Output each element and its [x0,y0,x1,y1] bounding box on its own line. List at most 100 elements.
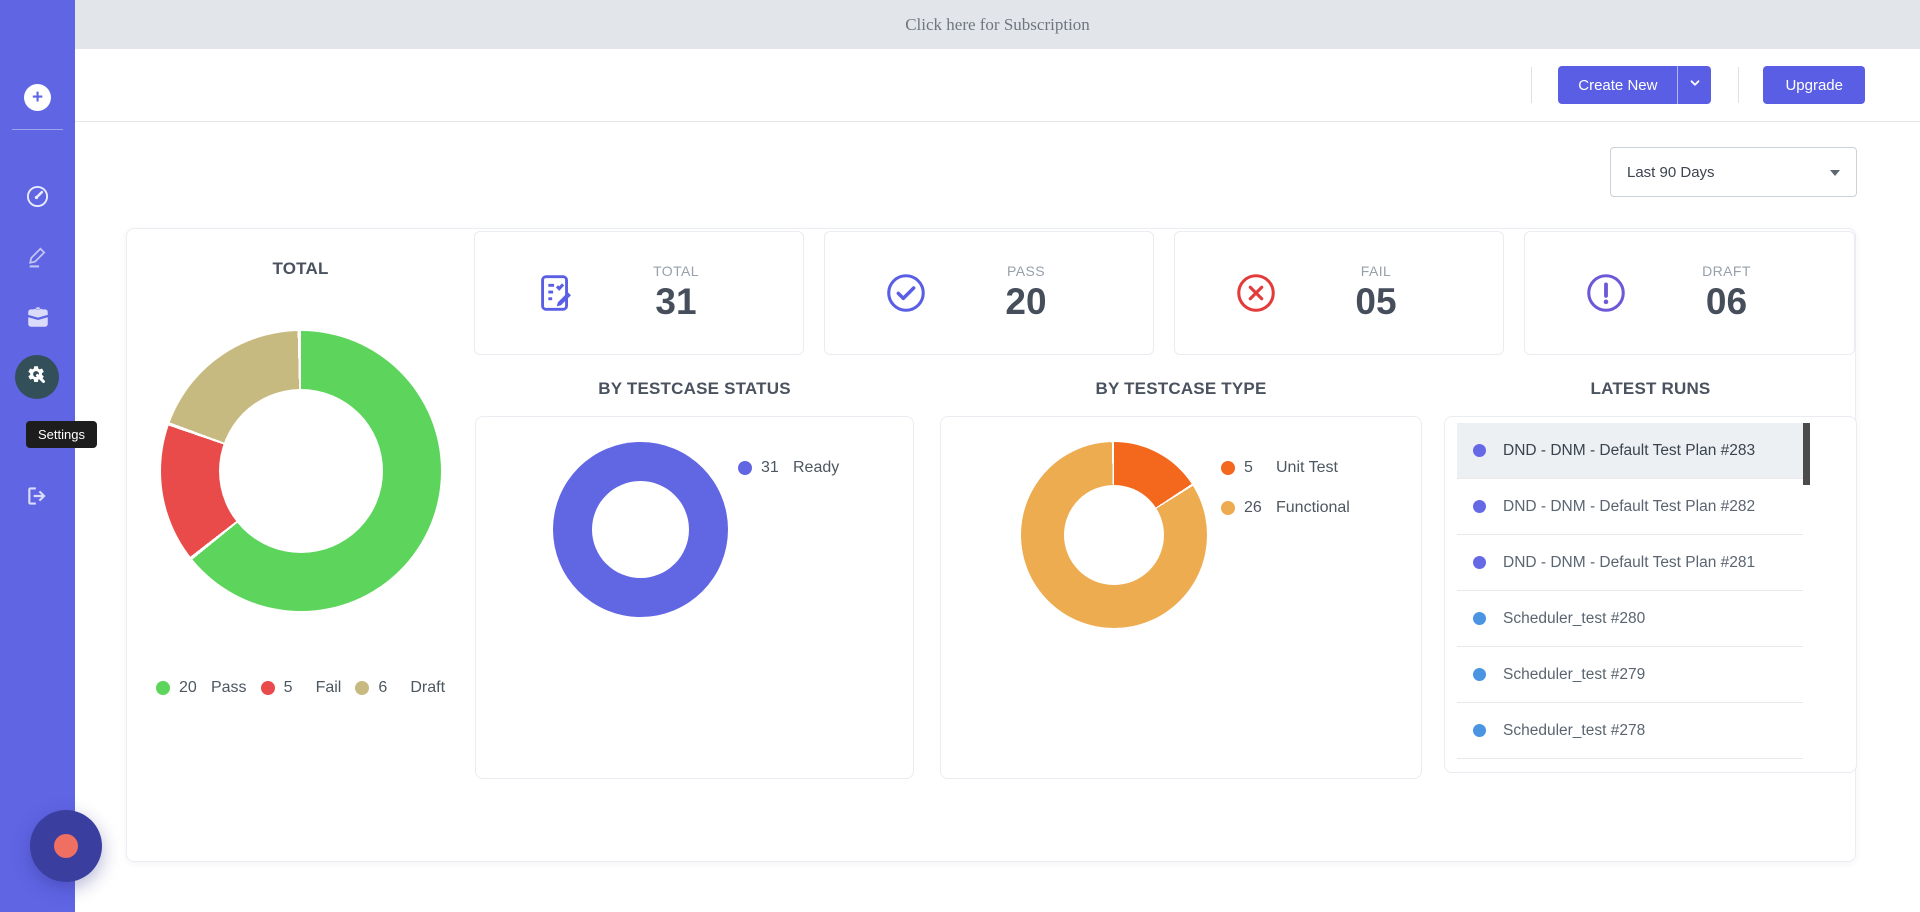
legend-value: 5 [283,679,293,696]
sidebar: + [0,0,75,912]
stat-label: PASS [1007,263,1045,279]
date-range-value: Last 90 Days [1627,163,1715,181]
sidebar-divider [12,129,63,130]
legend-label: Draft [410,679,446,696]
add-button[interactable]: + [24,84,51,111]
latest-runs-card: DND - DNM - Default Test Plan #283 DND - … [1444,416,1857,773]
latest-run-item[interactable]: Scheduler_test #280 [1457,591,1803,647]
floating-action-button[interactable] [30,810,102,882]
stat-value: 05 [1355,281,1397,322]
type-donut-chart [1021,442,1207,628]
legend-label: Unit Test [1276,459,1338,476]
legend-dot-icon [738,461,752,475]
legend-value: 20 [178,679,197,696]
sidebar-item-dashboard[interactable] [0,184,75,214]
run-label: Scheduler_test #279 [1503,665,1646,683]
total-chart-block: TOTAL 20 Pass 5 Fail 6 Draft [127,229,474,863]
total-chart-legend: 20 Pass 5 Fail 6 Draft [127,679,474,697]
legend-item: 26 Functional [1221,499,1350,517]
plus-icon: + [31,87,44,108]
date-range-select[interactable]: Last 90 Days [1610,147,1857,197]
stat-value: 06 [1705,281,1748,322]
stat-meta: FAIL 05 [1279,263,1473,323]
total-chart-title: TOTAL [272,259,329,278]
run-label: Scheduler_test #278 [1503,721,1646,739]
run-label: DND - DNM - Default Test Plan #282 [1503,497,1756,515]
latest-runs-title: LATEST RUNS [1590,379,1711,398]
stat-label: FAIL [1360,263,1392,279]
settings-tooltip: Settings [26,421,97,448]
stat-card-fail: FAIL 05 [1174,231,1504,355]
latest-run-item[interactable]: DND - DNM - Default Test Plan #281 [1457,535,1803,591]
scrollbar-thumb[interactable] [1803,423,1810,485]
latest-run-item[interactable]: Scheduler_test #278 [1457,703,1803,759]
filter-toolbar: Last 90 Days [75,147,1920,197]
create-new-button[interactable]: Create New [1558,66,1678,104]
stat-label: DRAFT [1702,263,1751,279]
run-label: Scheduler_test #280 [1503,609,1646,627]
sidebar-item-edit[interactable] [0,244,75,274]
type-chart-legend: 5 Unit Test 26 Functional [1221,459,1350,539]
legend-value: 26 [1244,499,1262,516]
top-bar: Create New Upgrade [75,49,1920,122]
latest-run-item[interactable]: DND - DNM - Default Test Plan #283 [1457,423,1803,479]
fab-dot-icon [54,834,78,858]
legend-value: 31 [761,459,779,476]
header-divider-left [1531,67,1533,103]
legend-item: 6 Draft [355,679,445,697]
donut-hole [1064,485,1164,585]
upgrade-button[interactable]: Upgrade [1763,66,1865,104]
run-dot-icon [1473,444,1486,457]
run-dot-icon [1473,556,1486,569]
stat-meta: DRAFT 06 [1629,263,1824,323]
subscription-banner-link[interactable]: Click here for Subscription [905,15,1090,35]
stat-card-pass: PASS 20 [824,231,1154,355]
stat-value: 31 [655,281,697,322]
latest-run-item[interactable]: Scheduler_test #279 [1457,647,1803,703]
run-dot-icon [1473,668,1486,681]
subscription-banner: Click here for Subscription [75,0,1920,49]
legend-item: 5 Unit Test [1221,459,1350,477]
sidebar-item-projects[interactable] [0,304,75,335]
stat-meta: TOTAL 31 [579,263,773,323]
dashboard-panel: TOTAL 20 Pass 5 Fail 6 Draft TOTAL 31 PA… [126,228,1857,863]
latest-run-item[interactable]: DND - DNM - Default Test Plan #282 [1457,479,1803,535]
legend-dot-icon [260,681,275,695]
briefcase-icon [25,304,51,335]
run-dot-icon [1473,500,1486,513]
select-caret-icon [1830,170,1840,176]
legend-label: Ready [793,459,840,476]
legend-item: 31 Ready [738,459,839,477]
sidebar-item-settings[interactable] [15,355,59,399]
check-circle-icon [883,270,929,316]
legend-item: 5 Fail [260,679,341,697]
status-chart-legend: 31 Ready [738,459,839,499]
status-chart-card: 31 Ready [475,416,914,779]
chevron-down-icon [1688,76,1702,94]
latest-runs-list: DND - DNM - Default Test Plan #283 DND - … [1457,423,1803,759]
stat-value: 20 [1005,281,1047,322]
x-circle-icon [1233,270,1279,316]
type-chart-card: 5 Unit Test 26 Functional [940,416,1422,779]
legend-dot-icon [1221,501,1235,515]
stat-label: TOTAL [653,263,699,279]
header-divider-right [1738,67,1740,103]
exclamation-circle-icon [1583,270,1629,316]
sidebar-item-logout[interactable] [0,483,75,514]
legend-dot-icon [355,681,370,695]
run-dot-icon [1473,724,1486,737]
legend-label: Functional [1276,499,1350,516]
logout-icon [25,483,51,514]
settings-gear-icon [25,363,49,392]
legend-dot-icon [155,681,170,695]
pencil-icon [25,244,50,274]
create-new-dropdown-button[interactable] [1677,66,1712,104]
legend-label: Pass [210,679,247,696]
total-donut-chart [160,331,441,611]
stat-card-total: TOTAL 31 [474,231,804,355]
type-chart-title: BY TESTCASE TYPE [1095,379,1267,398]
run-label: DND - DNM - Default Test Plan #283 [1503,441,1756,459]
stat-card-draft: DRAFT 06 [1524,231,1855,355]
status-donut-chart [553,442,728,617]
donut-hole [592,481,689,578]
